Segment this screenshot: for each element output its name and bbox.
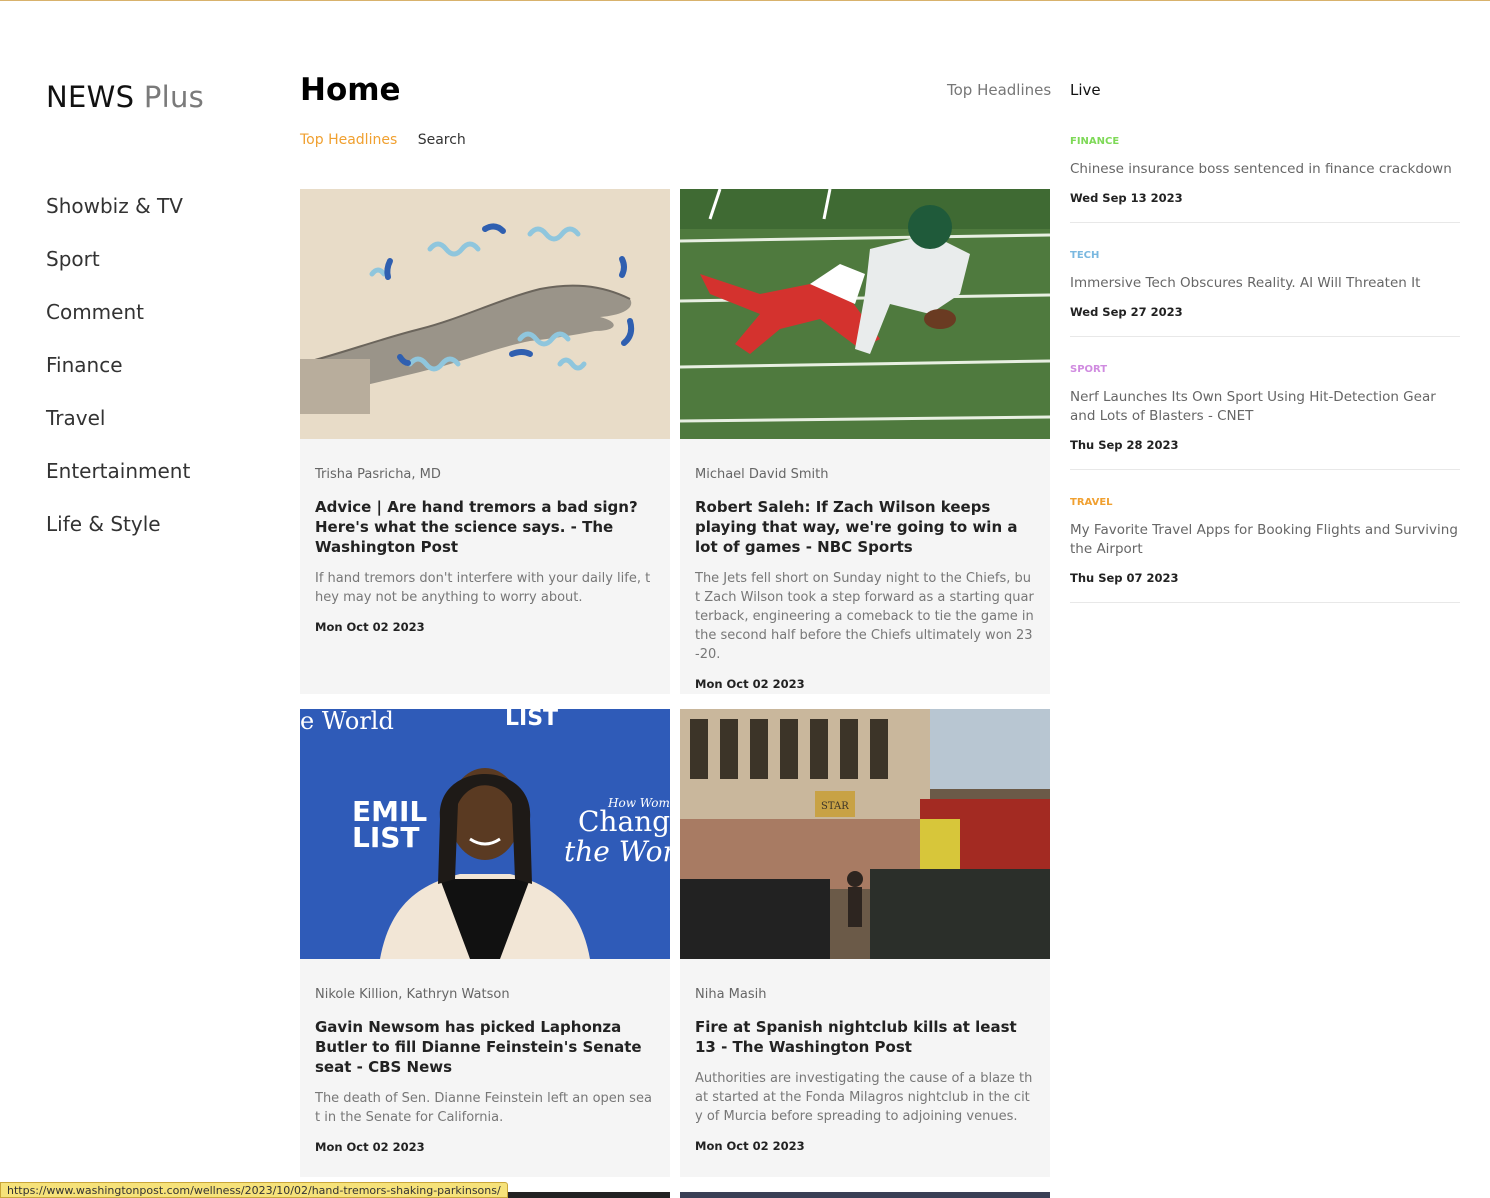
article-image-fire-scene[interactable]: STAR: [680, 709, 1050, 959]
article-author: Trisha Pasricha, MD: [315, 467, 441, 482]
logo-suffix: Plus: [143, 80, 205, 114]
live-date: Wed Sep 27 2023: [1070, 305, 1183, 319]
tab-search[interactable]: Search: [418, 132, 466, 148]
live-date: Thu Sep 28 2023: [1070, 438, 1179, 452]
live-title[interactable]: Nerf Launches Its Own Sport Using Hit-De…: [1070, 388, 1460, 426]
article-date: Mon Oct 02 2023: [695, 677, 805, 691]
article-description: The Jets fell short on Sunday night to t…: [695, 571, 1034, 662]
sidebar-item-life-style[interactable]: Life & Style: [46, 512, 190, 565]
page-title: Home: [300, 72, 401, 108]
site-logo[interactable]: NEWS Plus: [46, 80, 204, 114]
article-author: Niha Masih: [695, 987, 767, 1002]
live-category: SPORT: [1070, 364, 1108, 375]
sidebar-item-travel[interactable]: Travel: [46, 406, 190, 459]
article-date: Mon Oct 02 2023: [315, 620, 425, 634]
live-date: Wed Sep 13 2023: [1070, 191, 1183, 205]
article-title[interactable]: Fire at Spanish nightclub kills at least…: [695, 1017, 1035, 1057]
article-description: If hand tremors don't interfere with you…: [315, 571, 651, 605]
live-item[interactable]: TRAVEL My Favorite Travel Apps for Booki…: [1070, 497, 1460, 603]
sidebar-item-entertainment[interactable]: Entertainment: [46, 459, 190, 512]
backdrop-text: e World: [300, 709, 394, 735]
top-accent-line: [0, 0, 1490, 1]
live-category: TECH: [1070, 250, 1100, 261]
live-item[interactable]: TECH Immersive Tech Obscures Reality. AI…: [1070, 250, 1460, 337]
live-category: FINANCE: [1070, 136, 1120, 147]
live-title[interactable]: Immersive Tech Obscures Reality. AI Will…: [1070, 274, 1460, 293]
article-image-portrait[interactable]: e World LIST EMIL LIST How Women Change …: [300, 709, 670, 959]
tab-top-headlines[interactable]: Top Headlines: [300, 132, 397, 148]
article-card[interactable]: STAR Niha Masih Fire at Spanish nightclu…: [680, 709, 1050, 1177]
live-category: TRAVEL: [1070, 497, 1113, 508]
article-card[interactable]: e World LIST EMIL LIST How Women Change …: [300, 709, 670, 1177]
live-date: Thu Sep 07 2023: [1070, 571, 1179, 585]
article-date: Mon Oct 02 2023: [315, 1140, 425, 1154]
article-image-football[interactable]: [680, 189, 1050, 439]
article-description: The death of Sen. Dianne Feinstein left …: [315, 1091, 652, 1125]
article-title[interactable]: Gavin Newsom has picked Laphonza Butler …: [315, 1017, 655, 1077]
sidebar-item-finance[interactable]: Finance: [46, 353, 190, 406]
backdrop-text: LIST: [505, 709, 558, 731]
backdrop-text: Change: [578, 805, 670, 838]
header-link-top-headlines[interactable]: Top Headlines: [947, 81, 1051, 99]
sidebar-item-comment[interactable]: Comment: [46, 300, 190, 353]
live-item[interactable]: FINANCE Chinese insurance boss sentenced…: [1070, 136, 1460, 223]
header-link-live[interactable]: Live: [1070, 81, 1101, 99]
subtabs: Top Headlines Search: [300, 132, 482, 148]
article-author: Nikole Killion, Kathryn Watson: [315, 987, 510, 1002]
article-card[interactable]: Trisha Pasricha, MD Advice | Are hand tr…: [300, 189, 670, 694]
live-feed: FINANCE Chinese insurance boss sentenced…: [1070, 136, 1460, 630]
logo-name: NEWS: [46, 80, 135, 114]
live-title[interactable]: Chinese insurance boss sentenced in fina…: [1070, 160, 1460, 179]
live-title[interactable]: My Favorite Travel Apps for Booking Flig…: [1070, 521, 1460, 559]
backdrop-text: the World: [564, 835, 670, 868]
sign-text: STAR: [821, 801, 849, 812]
live-item[interactable]: SPORT Nerf Launches Its Own Sport Using …: [1070, 364, 1460, 470]
backdrop-text: LIST: [352, 821, 420, 854]
article-description: Authorities are investigating the cause …: [695, 1071, 1033, 1124]
sidebar-nav: Showbiz & TV Sport Comment Finance Trave…: [46, 194, 190, 565]
link-status-bar: https://www.washingtonpost.com/wellness/…: [0, 1182, 508, 1198]
article-author: Michael David Smith: [695, 467, 829, 482]
article-title[interactable]: Advice | Are hand tremors a bad sign? He…: [315, 497, 655, 557]
article-title[interactable]: Robert Saleh: If Zach Wilson keeps playi…: [695, 497, 1035, 557]
article-card[interactable]: Michael David Smith Robert Saleh: If Zac…: [680, 189, 1050, 694]
sidebar-item-sport[interactable]: Sport: [46, 247, 190, 300]
article-image-hand[interactable]: [300, 189, 670, 439]
article-date: Mon Oct 02 2023: [695, 1139, 805, 1153]
sidebar-item-showbiz[interactable]: Showbiz & TV: [46, 194, 190, 247]
next-card-peek[interactable]: [680, 1192, 1050, 1198]
